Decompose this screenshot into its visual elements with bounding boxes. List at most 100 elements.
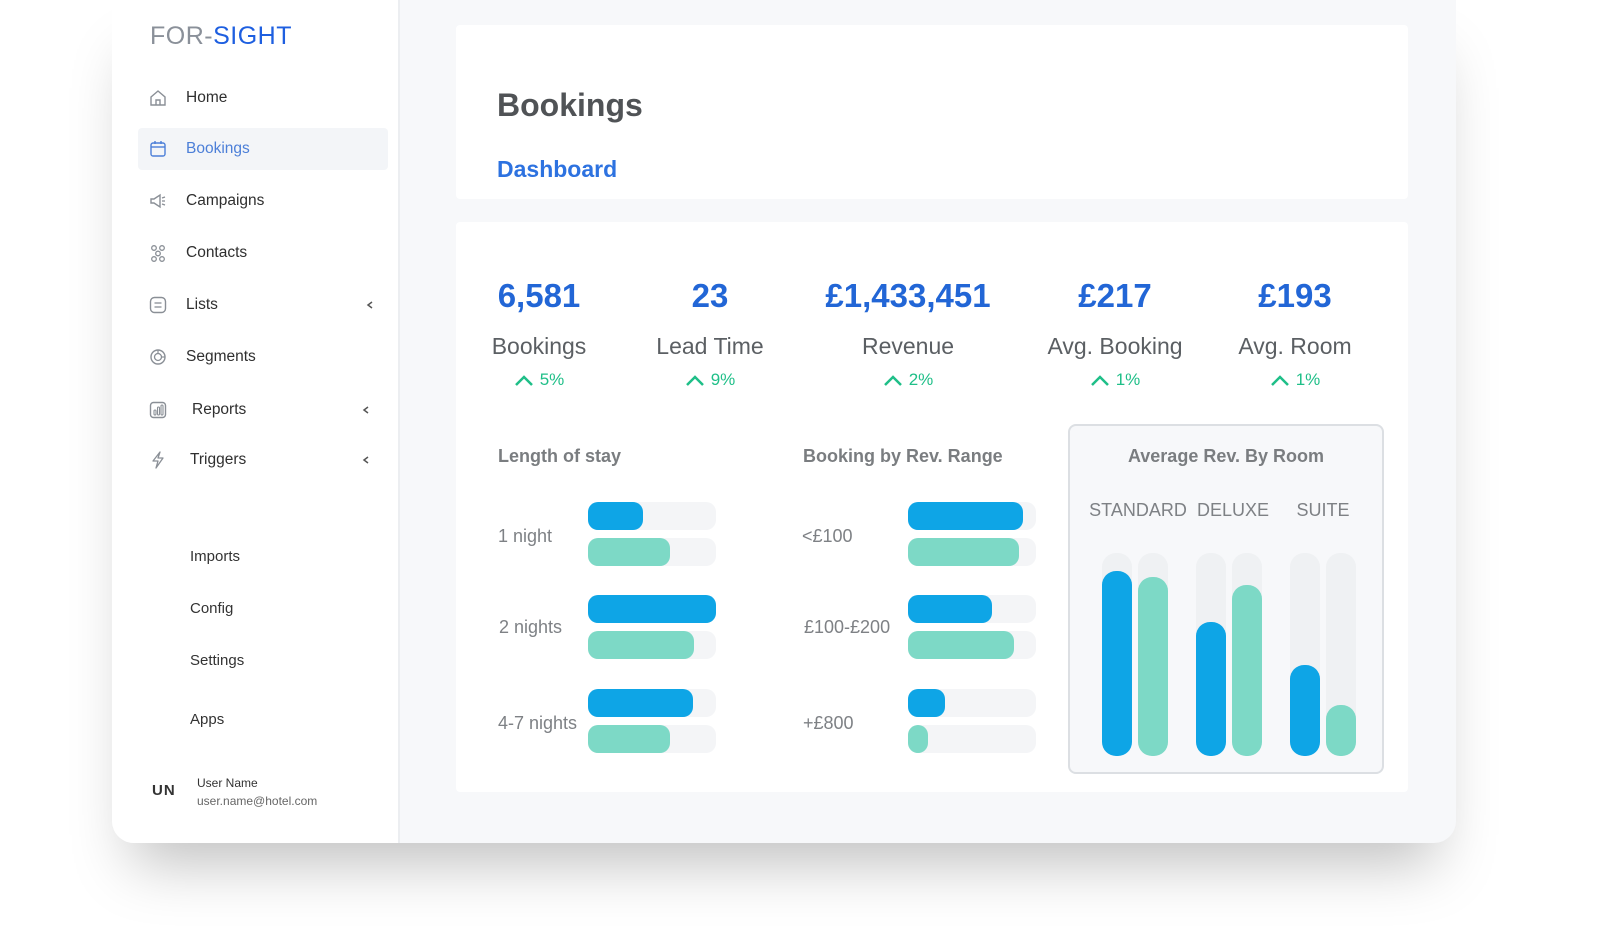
vbar-track xyxy=(1290,553,1320,756)
contacts-icon xyxy=(151,245,165,262)
bar-series-b[interactable] xyxy=(908,631,1014,659)
segments-icon xyxy=(150,349,166,365)
arrow-up-icon xyxy=(1090,375,1109,386)
page-subtitle[interactable]: Dashboard xyxy=(497,156,617,183)
calendar-icon xyxy=(150,141,166,157)
bar-series-a[interactable] xyxy=(588,595,716,623)
bar-series-b[interactable] xyxy=(908,725,928,753)
bar-series-a[interactable] xyxy=(588,502,643,530)
sidebar-item-campaigns[interactable]: Campaigns xyxy=(138,180,388,222)
bar-track xyxy=(908,631,1036,659)
arrow-up-icon xyxy=(1270,375,1289,386)
sidebar-item-apps[interactable]: Apps xyxy=(190,711,224,728)
vbar-series-b[interactable] xyxy=(1232,585,1262,756)
kpi-change-value: 5% xyxy=(539,370,565,389)
sidebar-item-imports[interactable]: Imports xyxy=(190,548,240,565)
sidebar-item-contacts[interactable]: Contacts xyxy=(138,232,388,274)
page-title: Bookings xyxy=(497,87,643,123)
vbar-series-b[interactable] xyxy=(1138,577,1168,756)
bar-label: <£100 xyxy=(802,526,853,546)
reports-icon xyxy=(149,401,167,419)
brand-logo-part2: SIGHT xyxy=(213,22,293,50)
bar-series-a[interactable] xyxy=(908,502,1023,530)
bar-label: 4-7 nights xyxy=(498,713,578,733)
sidebar-item-label: Segments xyxy=(186,348,256,365)
sidebar-item-label: Home xyxy=(186,89,228,106)
sidebar-item-label: Reports xyxy=(192,401,247,418)
kpi-change: 2% xyxy=(798,370,1018,390)
room-category-label: SUITE xyxy=(1296,500,1350,520)
room-category-label: DELUXE xyxy=(1196,500,1270,520)
bar-series-a[interactable] xyxy=(908,595,992,623)
bar-series-b[interactable] xyxy=(908,538,1019,566)
bar-label: £100-£200 xyxy=(804,617,891,637)
sidebar-item-label: Bookings xyxy=(186,140,250,157)
chevron-left-icon[interactable] xyxy=(364,296,376,314)
lightning-icon xyxy=(152,451,164,469)
bar-label: 1 night xyxy=(498,526,553,546)
room-category-label: STANDARD xyxy=(1089,500,1187,520)
bar-track xyxy=(908,689,1036,717)
sidebar-item-settings[interactable]: Settings xyxy=(190,652,244,669)
vbar-track xyxy=(1102,553,1132,756)
bar-track xyxy=(588,538,716,566)
kpi-change-value: 2% xyxy=(908,370,934,389)
sidebar: FOR-SIGHT Home Bookings Campaigns Contac… xyxy=(112,0,400,843)
vbar-track xyxy=(1138,553,1168,756)
sidebar-item-label: Triggers xyxy=(190,451,247,468)
bar-track xyxy=(908,595,1036,623)
bar-series-b[interactable] xyxy=(588,631,694,659)
chevron-left-icon[interactable] xyxy=(360,401,372,419)
vbar-series-b[interactable] xyxy=(1326,705,1356,756)
sidebar-item-home[interactable]: Home xyxy=(138,77,388,119)
user-email: user.name@hotel.com xyxy=(197,794,318,808)
arrow-up-icon xyxy=(685,375,704,386)
vbar-track xyxy=(1196,553,1226,756)
brand-logo[interactable]: FOR-SIGHT xyxy=(150,22,292,51)
kpi-value: 23 xyxy=(691,277,729,314)
kpi-change: 1% xyxy=(1185,370,1405,390)
kpi-change-value: 1% xyxy=(1295,370,1321,389)
user-name: User Name xyxy=(197,776,258,790)
bar-track xyxy=(588,631,716,659)
kpi-change-value: 9% xyxy=(710,370,736,389)
kpi-avg-room: £193 Avg. Room 1% xyxy=(1185,277,1405,390)
bar-track xyxy=(588,689,716,717)
vbar-series-a[interactable] xyxy=(1196,622,1226,756)
bar-track xyxy=(908,538,1036,566)
sidebar-item-bookings[interactable]: Bookings xyxy=(138,128,388,170)
sidebar-item-label: Lists xyxy=(186,296,218,313)
app-window: FOR-SIGHT Home Bookings Campaigns Contac… xyxy=(112,0,1456,843)
bar-track xyxy=(588,502,716,530)
arrow-up-icon xyxy=(883,375,902,386)
vbar-series-a[interactable] xyxy=(1102,571,1132,756)
sidebar-item-segments[interactable]: Segments xyxy=(138,336,388,378)
chevron-left-icon[interactable] xyxy=(360,451,372,469)
bar-series-b[interactable] xyxy=(588,538,670,566)
header-card: Bookings Dashboard xyxy=(456,25,1408,199)
kpi-label: Lead Time xyxy=(656,333,764,359)
bar-series-a[interactable] xyxy=(588,689,693,717)
chart-title-length-of-stay: Length of stay xyxy=(498,446,622,466)
bar-series-a[interactable] xyxy=(908,689,945,717)
sidebar-item-reports[interactable]: Reports xyxy=(138,389,388,431)
bar-label: +£800 xyxy=(803,713,854,733)
chart-title-avg-rev-by-room: Average Rev. By Room xyxy=(1127,446,1325,466)
vbar-track xyxy=(1326,553,1356,756)
bar-series-b[interactable] xyxy=(588,725,670,753)
vbar-series-a[interactable] xyxy=(1290,665,1320,756)
user-avatar[interactable]: UN xyxy=(152,782,176,799)
kpi-lead-time: 23 Lead Time 9% xyxy=(600,277,820,390)
vbar-track xyxy=(1232,553,1262,756)
kpi-change-value: 1% xyxy=(1115,370,1141,389)
sidebar-item-lists[interactable]: Lists xyxy=(138,284,388,326)
home-icon xyxy=(150,90,166,106)
sidebar-item-triggers[interactable]: Triggers xyxy=(138,439,388,481)
bar-track xyxy=(588,725,716,753)
arrow-up-icon xyxy=(514,375,533,386)
sidebar-item-label: Campaigns xyxy=(186,192,265,209)
chart-title-booking-by-rev-range: Booking by Rev. Range xyxy=(803,446,1003,466)
sidebar-item-config[interactable]: Config xyxy=(190,600,233,617)
sidebar-item-label: Contacts xyxy=(186,244,248,261)
avg-rev-by-room-panel: Average Rev. By Room STANDARD DELUXE SUI… xyxy=(1068,424,1384,774)
